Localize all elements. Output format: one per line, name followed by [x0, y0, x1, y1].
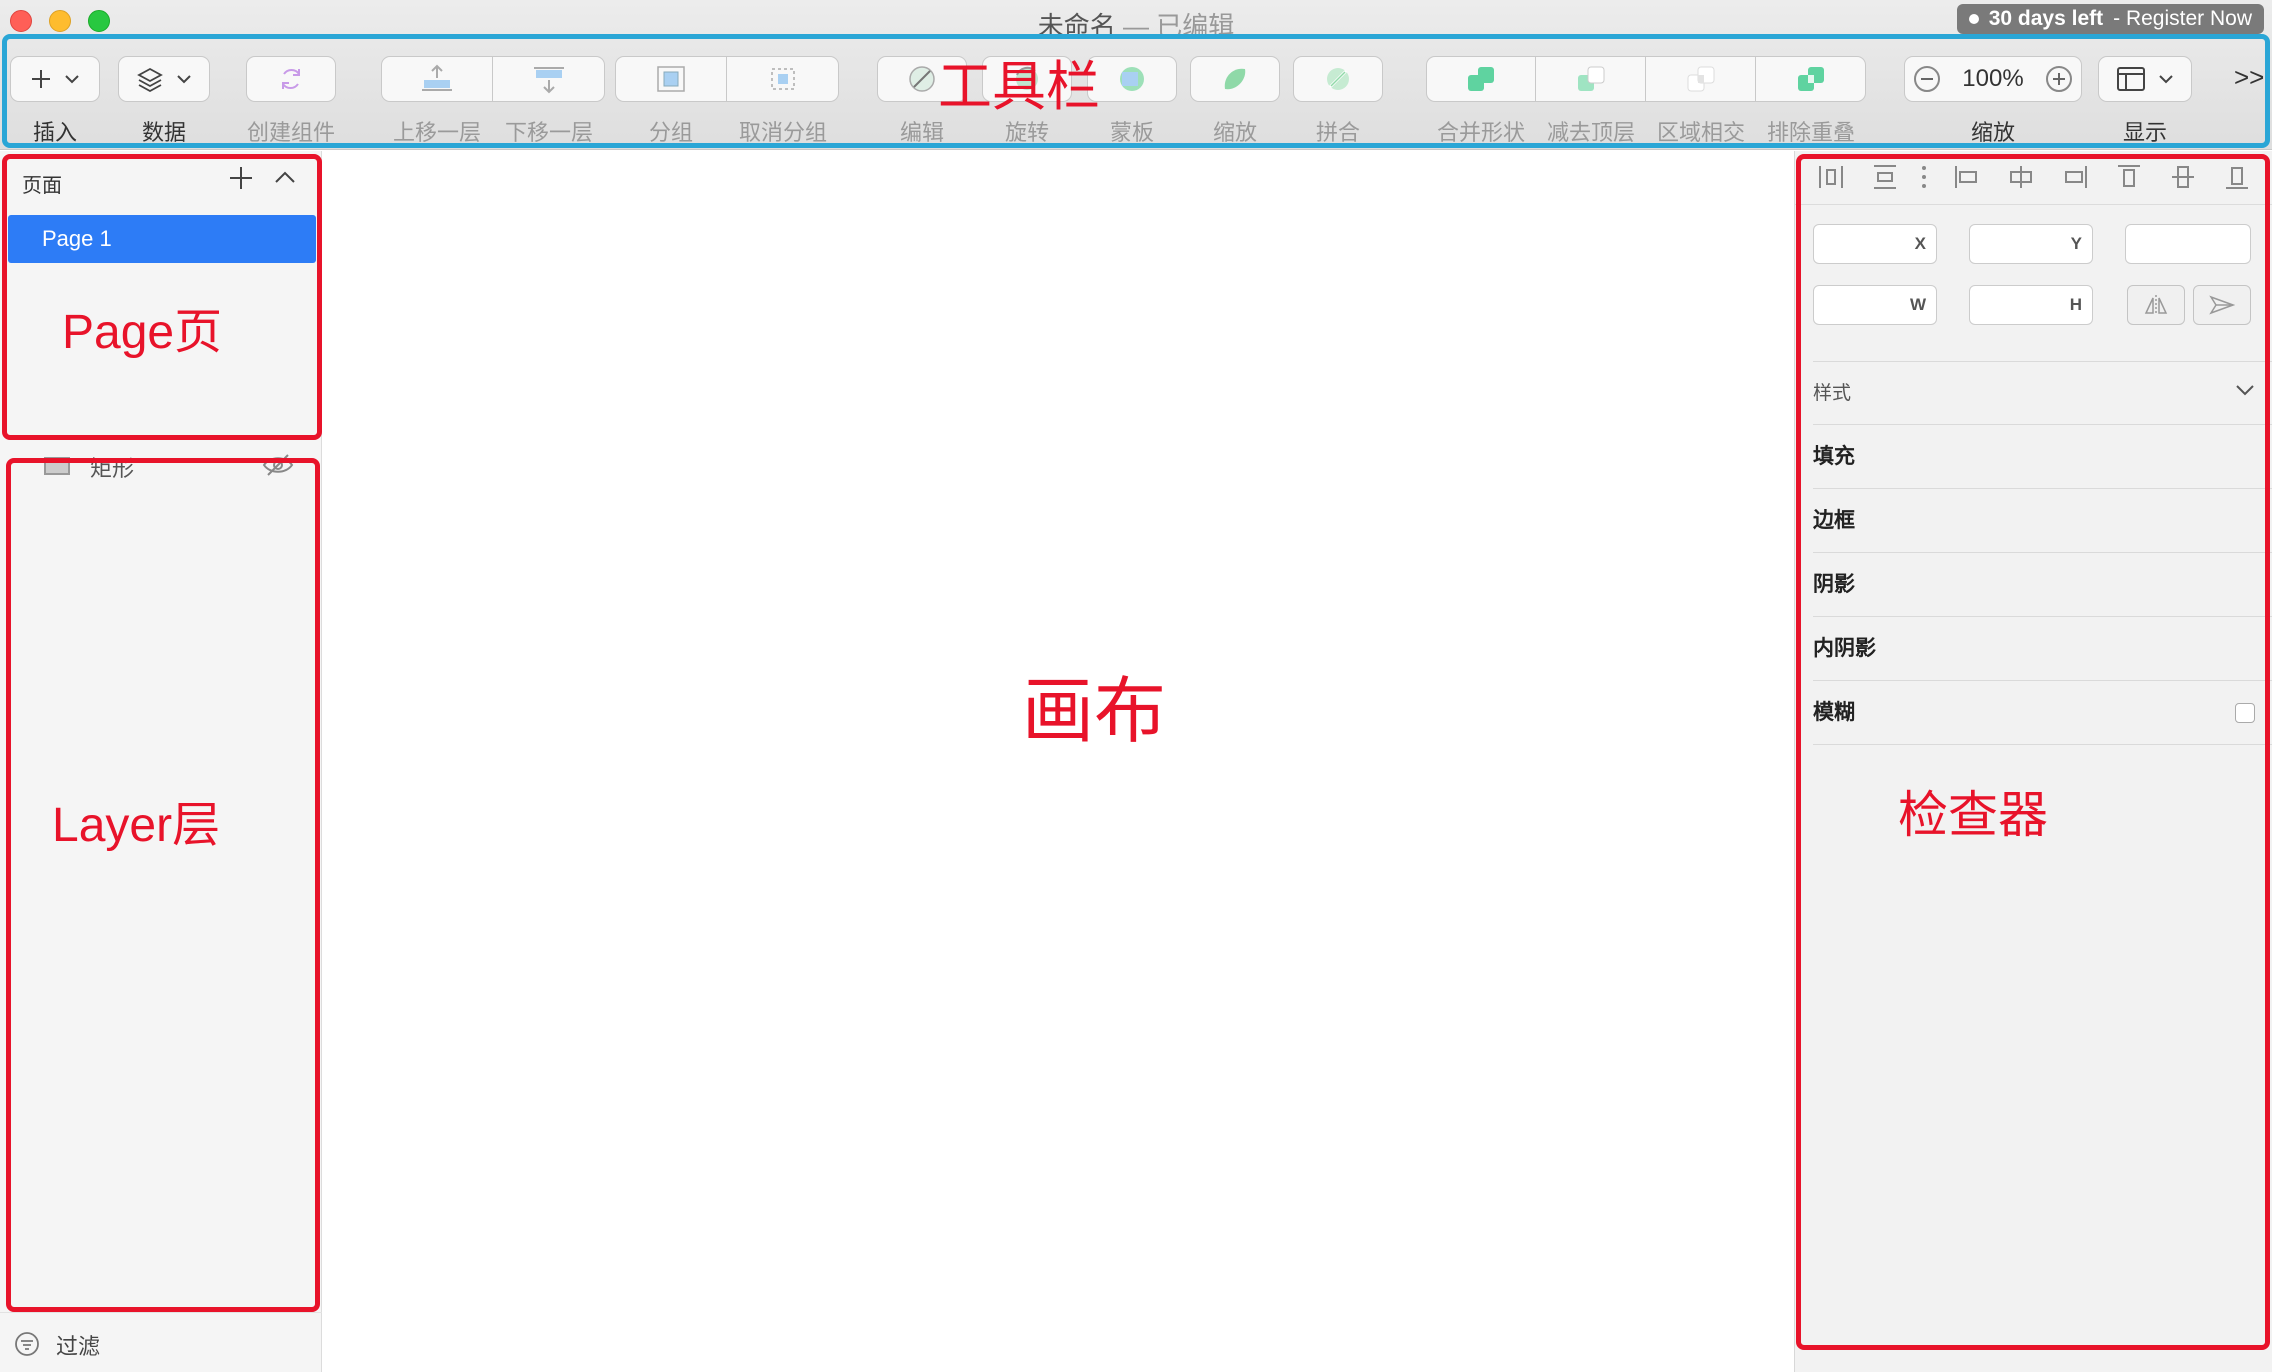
register-link: - Register Now [2113, 7, 2252, 30]
filter-label: 过滤 [56, 1334, 101, 1359]
layers-annotation-box [6, 458, 320, 1312]
trial-days: 30 days left [1988, 7, 2104, 30]
canvas[interactable] [323, 151, 1793, 1372]
inspector-annotation-box [1796, 154, 2270, 1350]
filter-bar[interactable]: 过滤 [0, 1312, 322, 1372]
filter-icon [15, 1332, 39, 1356]
canvas-annotation-label: 画布 [1022, 672, 1167, 752]
inspector-annotation-label: 检查器 [1898, 787, 2048, 843]
toolbar-annotation-label: 工具栏 [938, 57, 1100, 117]
trial-badge[interactable]: 30 days left - Register Now [1956, 4, 2264, 34]
trial-dot-icon [1968, 14, 1979, 24]
layers-annotation-label: Layer层 [52, 799, 221, 852]
toolbar-annotation-box [2, 34, 2270, 148]
pages-annotation-label: Page页 [62, 306, 223, 359]
